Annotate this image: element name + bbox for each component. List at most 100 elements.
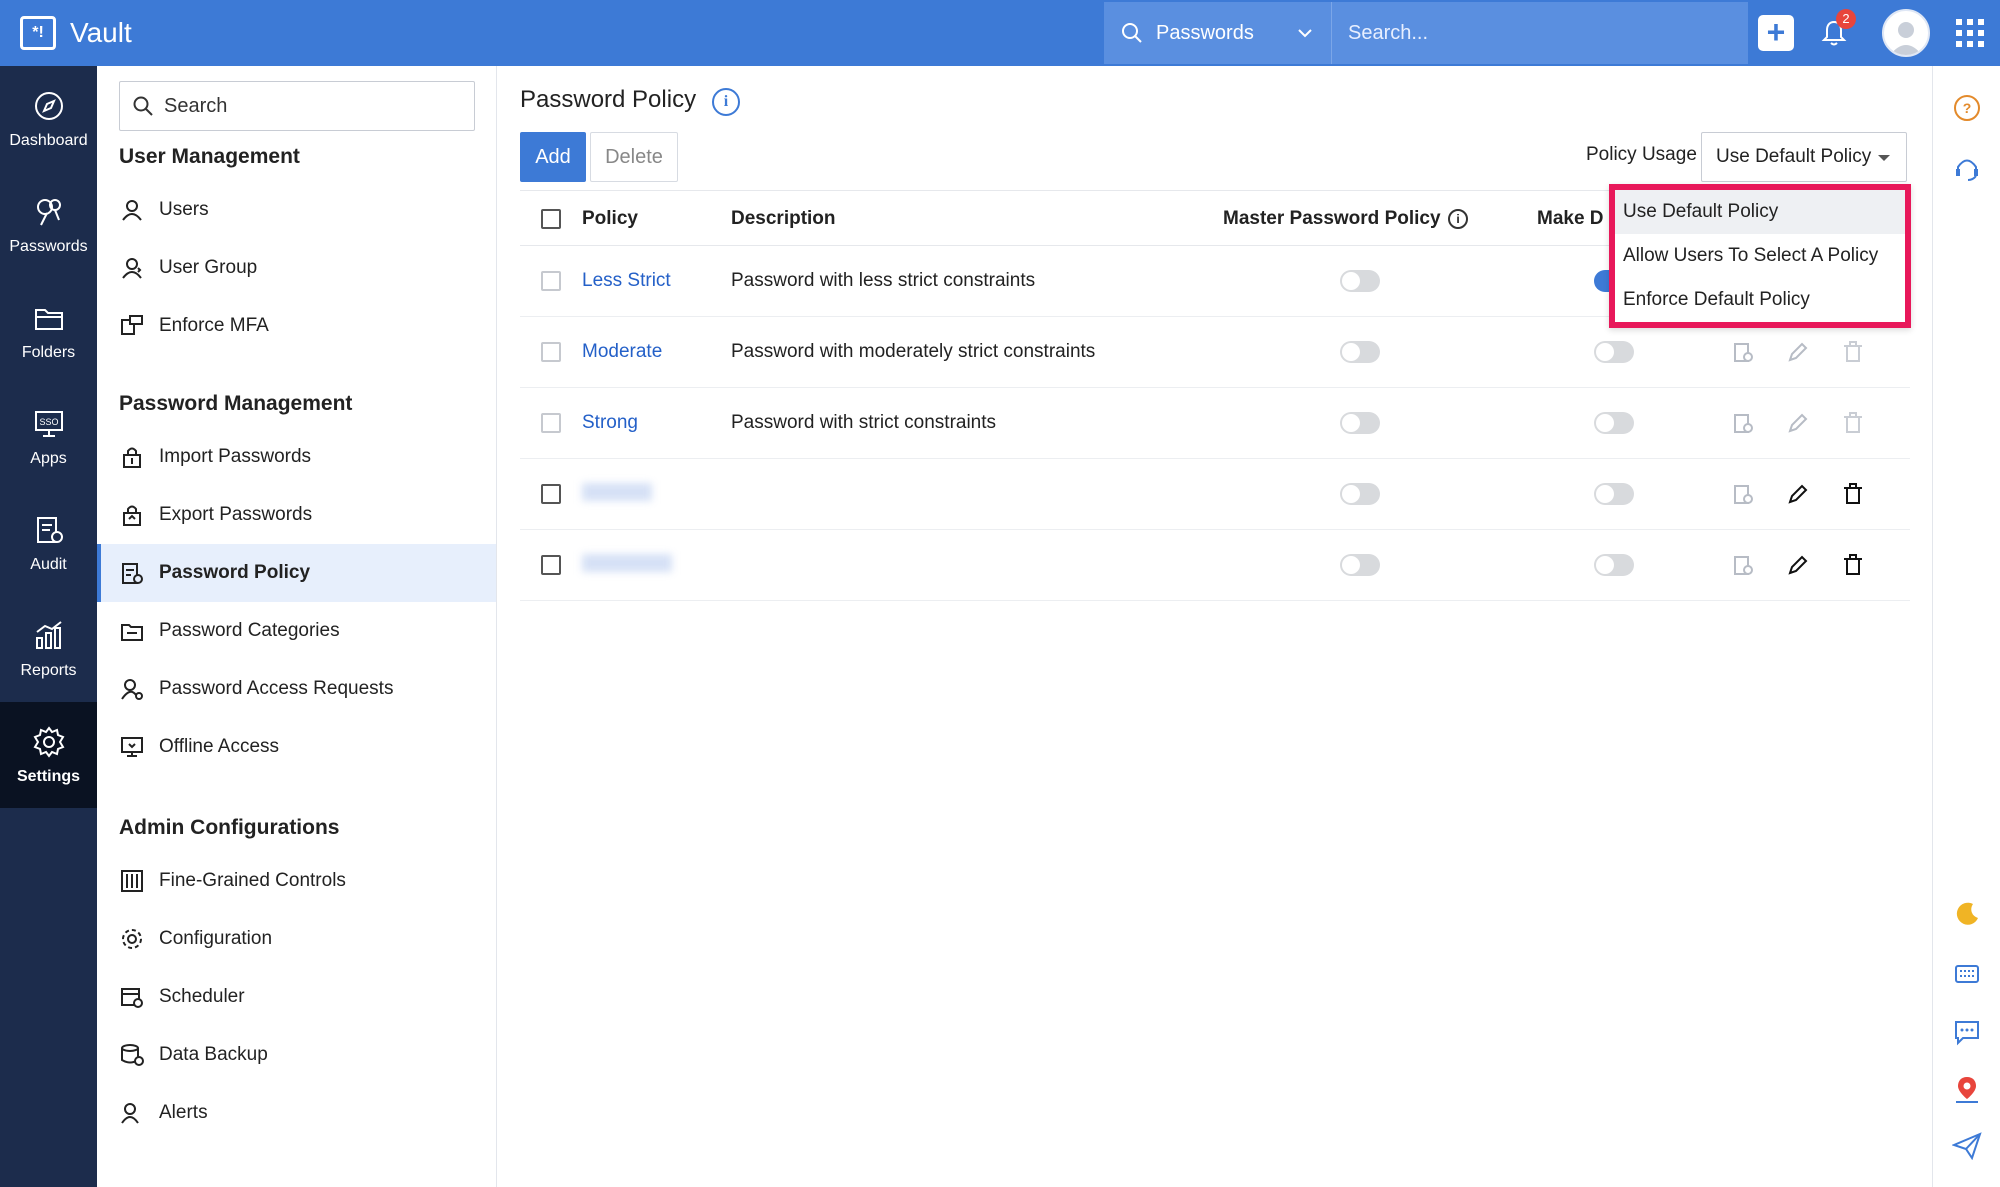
settings-item-label: Export Passwords xyxy=(159,504,313,525)
notifications-button[interactable]: 2 xyxy=(1816,9,1856,51)
app-switcher-icon[interactable] xyxy=(1956,19,1984,47)
rail-item-dashboard[interactable]: Dashboard xyxy=(0,66,97,172)
row-checkbox[interactable] xyxy=(541,342,561,362)
policy-description: Password with strict constraints xyxy=(731,412,997,433)
search-input[interactable]: Search... xyxy=(1348,22,1428,45)
row-checkbox[interactable] xyxy=(541,484,561,504)
add-new-button[interactable]: + xyxy=(1758,15,1794,51)
master-policy-toggle[interactable] xyxy=(1340,412,1380,434)
settings-item-fine-grained-controls[interactable]: Fine-Grained Controls xyxy=(97,852,496,910)
keyboard-icon[interactable] xyxy=(1951,958,1983,990)
settings-item-user-group[interactable]: User Group xyxy=(97,239,496,297)
search-icon xyxy=(133,96,153,116)
send-plane-icon[interactable] xyxy=(1951,1130,1983,1162)
rail-item-reports[interactable]: Reports xyxy=(0,596,97,702)
master-policy-toggle[interactable] xyxy=(1340,554,1380,576)
row-checkbox[interactable] xyxy=(541,413,561,433)
settings-item-export-passwords[interactable]: Export Passwords xyxy=(97,486,496,544)
make-default-toggle[interactable] xyxy=(1594,412,1634,434)
settings-item-alerts[interactable]: Alerts xyxy=(97,1084,496,1142)
search-icon xyxy=(1122,23,1142,43)
notification-badge: 2 xyxy=(1836,9,1856,29)
master-policy-toggle[interactable] xyxy=(1340,341,1380,363)
info-icon[interactable]: i xyxy=(712,88,740,116)
avatar[interactable] xyxy=(1882,9,1930,57)
policy-usage-select[interactable]: Use Default Policy xyxy=(1701,132,1907,182)
master-policy-toggle[interactable] xyxy=(1340,270,1380,292)
rail-item-folders[interactable]: Folders xyxy=(0,278,97,384)
help-icon[interactable]: ? xyxy=(1951,92,1983,124)
make-default-toggle[interactable] xyxy=(1594,554,1634,576)
settings-item-password-policy[interactable]: Password Policy xyxy=(97,544,496,602)
rail-item-apps[interactable]: SSO Apps xyxy=(0,384,97,490)
column-header-policy[interactable]: Policy xyxy=(582,191,638,247)
location-pin-icon[interactable] xyxy=(1951,1074,1983,1106)
policy-name-link[interactable] xyxy=(582,483,652,501)
search-scope-select[interactable]: Passwords xyxy=(1104,2,1332,64)
section-title-password-management: Password Management xyxy=(119,392,353,415)
settings-item-label: Import Passwords xyxy=(159,446,312,467)
delete-icon[interactable] xyxy=(1840,339,1866,365)
policy-usage-value: Use Default Policy xyxy=(1716,146,1872,167)
edit-icon[interactable] xyxy=(1785,481,1811,507)
policy-name-link[interactable] xyxy=(582,554,672,572)
settings-item-data-backup[interactable]: Data Backup xyxy=(97,1026,496,1084)
column-header-make-default[interactable]: Make D xyxy=(1537,191,1604,247)
column-header-master-password-policy[interactable]: Master Password Policy xyxy=(1223,191,1441,247)
sso-icon: SSO xyxy=(31,406,67,442)
dropdown-option-enforce-default-policy[interactable]: Enforce Default Policy xyxy=(1615,278,1905,322)
view-policy-icon[interactable] xyxy=(1730,339,1756,365)
make-default-toggle[interactable] xyxy=(1594,483,1634,505)
delete-icon[interactable] xyxy=(1840,410,1866,436)
policy-name-link[interactable]: Strong xyxy=(582,412,638,434)
brand[interactable]: *! Vault xyxy=(20,16,132,50)
policy-usage-label: Policy Usage xyxy=(1586,144,1697,165)
delete-icon[interactable] xyxy=(1840,552,1866,578)
settings-item-label: Scheduler xyxy=(159,986,245,1007)
info-icon[interactable]: i xyxy=(1448,209,1468,229)
settings-item-import-passwords[interactable]: Import Passwords xyxy=(97,428,496,486)
delete-icon[interactable] xyxy=(1840,481,1866,507)
dropdown-option-use-default-policy[interactable]: Use Default Policy xyxy=(1615,190,1905,234)
view-policy-icon[interactable] xyxy=(1730,410,1756,436)
settings-item-password-categories[interactable]: Password Categories xyxy=(97,602,496,660)
settings-item-enforce-mfa[interactable]: Enforce MFA xyxy=(97,297,496,355)
settings-search-input[interactable]: Search xyxy=(119,81,475,131)
compass-icon xyxy=(31,88,67,124)
view-policy-icon[interactable] xyxy=(1730,481,1756,507)
add-button[interactable]: Add xyxy=(520,132,586,182)
rail-item-passwords[interactable]: Passwords xyxy=(0,172,97,278)
rail-item-audit[interactable]: Audit xyxy=(0,490,97,596)
delete-button[interactable]: Delete xyxy=(590,132,678,182)
settings-item-users[interactable]: Users xyxy=(97,181,496,239)
settings-item-offline-access[interactable]: Offline Access xyxy=(97,718,496,776)
row-checkbox[interactable] xyxy=(541,555,561,575)
edit-icon[interactable] xyxy=(1785,339,1811,365)
dark-mode-moon-icon[interactable] xyxy=(1951,898,1983,930)
main-nav-rail: Dashboard Passwords Folders SSO Apps Aud… xyxy=(0,66,97,1187)
settings-item-label: Password Categories xyxy=(159,620,340,641)
user-avatar-icon xyxy=(1890,22,1922,55)
select-all-checkbox[interactable] xyxy=(541,209,561,229)
row-checkbox[interactable] xyxy=(541,271,561,291)
search-scope-label: Passwords xyxy=(1156,21,1254,44)
edit-icon[interactable] xyxy=(1785,410,1811,436)
master-policy-toggle[interactable] xyxy=(1340,483,1380,505)
edit-icon[interactable] xyxy=(1785,552,1811,578)
support-headset-icon[interactable] xyxy=(1951,152,1983,184)
policy-description: Password with moderately strict constrai… xyxy=(731,341,1096,362)
make-default-toggle[interactable] xyxy=(1594,341,1634,363)
settings-item-scheduler[interactable]: Scheduler xyxy=(97,968,496,1026)
rail-item-settings[interactable]: Settings xyxy=(0,702,97,808)
policy-name-link[interactable]: Less Strict xyxy=(582,270,671,292)
chat-icon[interactable] xyxy=(1951,1016,1983,1048)
settings-item-password-access-requests[interactable]: Password Access Requests xyxy=(97,660,496,718)
section-title-admin-configurations: Admin Configurations xyxy=(119,816,340,839)
dropdown-option-allow-users-select[interactable]: Allow Users To Select A Policy xyxy=(1615,234,1905,278)
settings-item-label: Alerts xyxy=(159,1102,208,1123)
settings-item-configuration[interactable]: Configuration xyxy=(97,910,496,968)
column-header-description[interactable]: Description xyxy=(731,191,836,247)
global-search: Passwords Search... xyxy=(1104,2,1748,64)
view-policy-icon[interactable] xyxy=(1730,552,1756,578)
policy-name-link[interactable]: Moderate xyxy=(582,341,662,363)
